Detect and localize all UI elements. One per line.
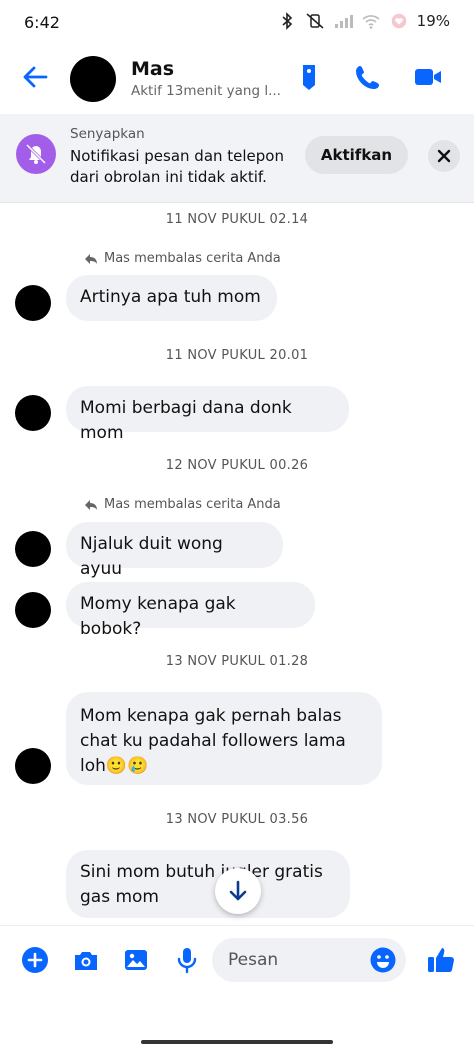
arrow-down-icon (229, 880, 247, 901)
timestamp: 13 NOV PUKUL 03.56 (165, 812, 309, 827)
close-icon (437, 149, 451, 163)
video-call-icon[interactable] (413, 62, 443, 92)
bluetooth-icon (282, 12, 292, 30)
mute-banner-title: Senyapkan (70, 126, 145, 142)
unmute-button[interactable]: Aktifkan (305, 136, 408, 174)
muted-bell-icon (16, 134, 56, 174)
back-arrow-icon[interactable] (20, 62, 50, 92)
status-time: 6:42 (24, 13, 60, 32)
timestamp: 12 NOV PUKUL 00.26 (165, 458, 309, 473)
message-bubble[interactable]: Artinya apa tuh mom (66, 275, 277, 321)
chat-header: Mas Aktif 13menit yang l... (0, 44, 474, 114)
reply-arrow-icon (85, 253, 97, 264)
reply-arrow-icon (85, 499, 97, 510)
sender-avatar[interactable] (15, 531, 51, 567)
timestamp: 11 NOV PUKUL 20.01 (165, 348, 309, 363)
message-composer: Pesan (0, 925, 474, 996)
home-indicator (141, 1040, 333, 1044)
contact-active-status: Aktif 13menit yang l... (131, 83, 281, 99)
battery-percent: 19% (416, 12, 450, 30)
status-bar: 6:42 19% (0, 0, 474, 44)
message-bubble[interactable]: Mom kenapa gak pernah balas chat ku pada… (66, 692, 382, 785)
scroll-to-bottom-button[interactable] (215, 868, 261, 914)
phone-icon[interactable] (353, 62, 383, 92)
message-bubble[interactable]: Momi berbagi dana donk mom (66, 386, 349, 443)
message-bubble[interactable]: Sini mom butuh jugler gratis gas mom (66, 850, 350, 918)
sender-avatar[interactable] (15, 285, 51, 321)
sender-avatar[interactable] (15, 592, 51, 628)
thumbs-up-icon[interactable] (426, 944, 456, 974)
contact-name[interactable]: Mas (131, 58, 174, 80)
message-bubble[interactable]: Njaluk duit wong ayuu (66, 522, 283, 579)
mute-banner: Senyapkan Notifikasi pesan dan telepon d… (0, 114, 474, 203)
message-input-placeholder: Pesan (228, 950, 279, 970)
status-icons: 19% (277, 12, 450, 30)
reply-note: Mas membalas cerita Anda (84, 251, 281, 266)
sender-avatar[interactable] (15, 748, 51, 784)
wifi-icon (362, 15, 380, 29)
plus-icon[interactable] (21, 946, 49, 974)
emoji-icon[interactable] (369, 946, 397, 974)
reply-note-text: Mas membalas cerita Anda (104, 251, 281, 266)
contact-avatar[interactable] (70, 56, 116, 102)
sender-avatar[interactable] (15, 395, 51, 431)
camera-icon[interactable] (72, 946, 100, 974)
battery-icon (391, 13, 406, 29)
close-banner-button[interactable] (428, 140, 460, 172)
timestamp: 11 NOV PUKUL 02.14 (165, 212, 309, 227)
signal-icon (334, 15, 353, 28)
message-bubble[interactable]: Momy kenapa gak bobok? (66, 582, 315, 639)
vibrate-mute-icon (306, 13, 324, 29)
mute-banner-description: Notifikasi pesan dan telepon dari obrola… (70, 147, 284, 186)
gallery-icon[interactable] (122, 946, 150, 974)
reply-note-text: Mas membalas cerita Anda (104, 497, 281, 512)
tag-icon[interactable] (294, 62, 324, 92)
microphone-icon[interactable] (173, 946, 201, 974)
timestamp: 13 NOV PUKUL 01.28 (165, 654, 309, 669)
reply-note: Mas membalas cerita Anda (84, 497, 281, 512)
